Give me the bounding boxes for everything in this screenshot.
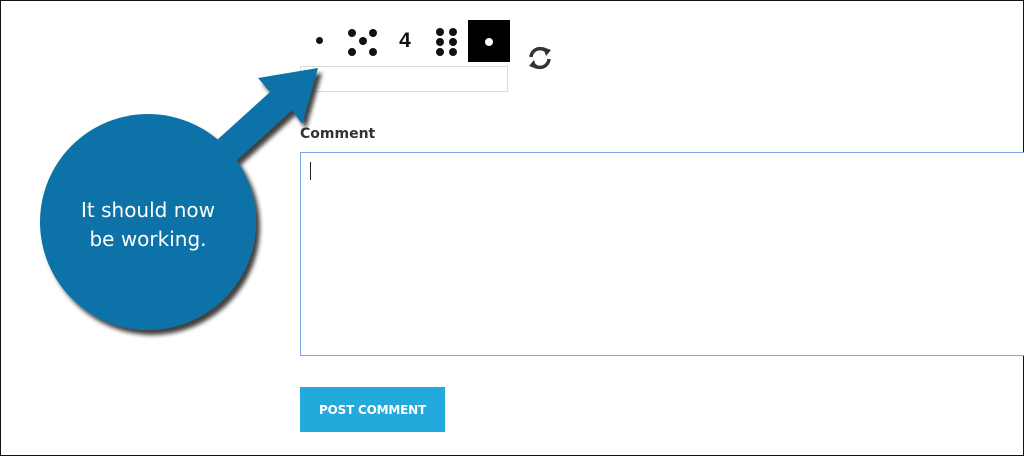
comment-label: Comment (300, 126, 376, 142)
refresh-icon[interactable] (524, 42, 556, 74)
post-comment-button[interactable]: POST COMMENT (300, 387, 445, 432)
captcha-die-1-inverse (468, 20, 510, 62)
captcha-answer-input[interactable] (300, 66, 508, 92)
captcha-die-5 (342, 20, 384, 62)
annotation-line-1: It should now (81, 198, 215, 222)
captcha-tiles: 4 (300, 20, 510, 62)
captcha-die-1 (300, 20, 342, 62)
captcha-digit: 4 (399, 29, 411, 52)
captcha-die-6 (426, 20, 468, 62)
text-caret (310, 162, 311, 180)
comment-textarea[interactable] (300, 152, 1024, 356)
annotation-text: It should now be working. (48, 196, 248, 254)
annotation-line-2: be working. (89, 227, 207, 251)
